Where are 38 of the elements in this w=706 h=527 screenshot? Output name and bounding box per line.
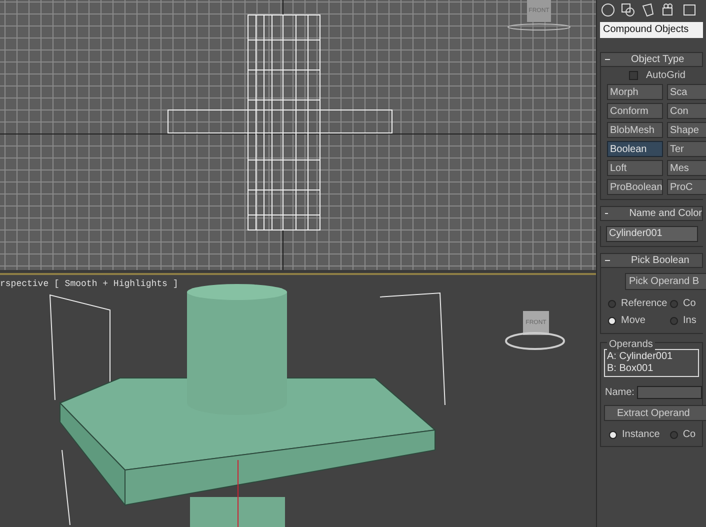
object-type-button[interactable]: Mes (667, 160, 706, 176)
object-type-button[interactable]: Boolean (607, 141, 663, 157)
name-label: Name: (605, 386, 634, 400)
group-title: Operands (607, 337, 655, 352)
operand-item[interactable]: B: Box001 (607, 363, 698, 375)
object-type-button[interactable]: Con (667, 103, 706, 119)
rollout-header[interactable]: Object Type (600, 52, 703, 67)
viewcube-ring (505, 332, 565, 350)
object-type-button[interactable]: Conform (607, 103, 663, 119)
radio-option[interactable]: Co (670, 295, 706, 312)
radio-option[interactable]: Co (670, 426, 696, 443)
radio-option[interactable]: Reference (608, 295, 670, 312)
category-dropdown[interactable]: Compound Objects (600, 22, 703, 38)
radio-option[interactable]: Ins (670, 312, 706, 329)
autogrid-label: AutoGrid (646, 69, 686, 83)
radio-option[interactable]: Move (608, 312, 670, 329)
shapes-icon[interactable] (621, 2, 635, 16)
rollout-header[interactable]: Pick Boolean (600, 253, 703, 268)
name-field[interactable]: Cylinder001 (606, 226, 698, 242)
object-type-button[interactable]: Shape (667, 122, 706, 138)
object-type-button[interactable]: Ter (667, 141, 706, 157)
viewcube-ring (508, 24, 570, 30)
radio-option[interactable]: Instance (609, 426, 660, 443)
object-type-button[interactable]: ProC (667, 179, 706, 195)
object-type-button[interactable]: BlobMesh (607, 122, 663, 138)
object-type-button[interactable]: ProBoolean (607, 179, 663, 195)
operand-name-field[interactable] (637, 386, 702, 399)
extract-operand-button[interactable]: Extract Operand (604, 405, 706, 421)
operand-item[interactable]: A: Cylinder001 (607, 351, 698, 363)
object-type-button[interactable]: Sca (667, 84, 706, 100)
pick-operand-button[interactable]: Pick Operand B (625, 273, 706, 290)
object-type-button[interactable]: Loft (607, 160, 663, 176)
rollout-header[interactable]: Name and Color (600, 206, 703, 221)
viewport-label[interactable]: rspective [ Smooth + Highlights ] (0, 278, 178, 292)
object-type-button[interactable]: Morph (607, 84, 663, 100)
operands-list[interactable]: A: Cylinder001 B: Box001 (604, 349, 699, 377)
sphere-icon[interactable] (601, 2, 615, 16)
autogrid-checkbox[interactable] (629, 71, 638, 80)
